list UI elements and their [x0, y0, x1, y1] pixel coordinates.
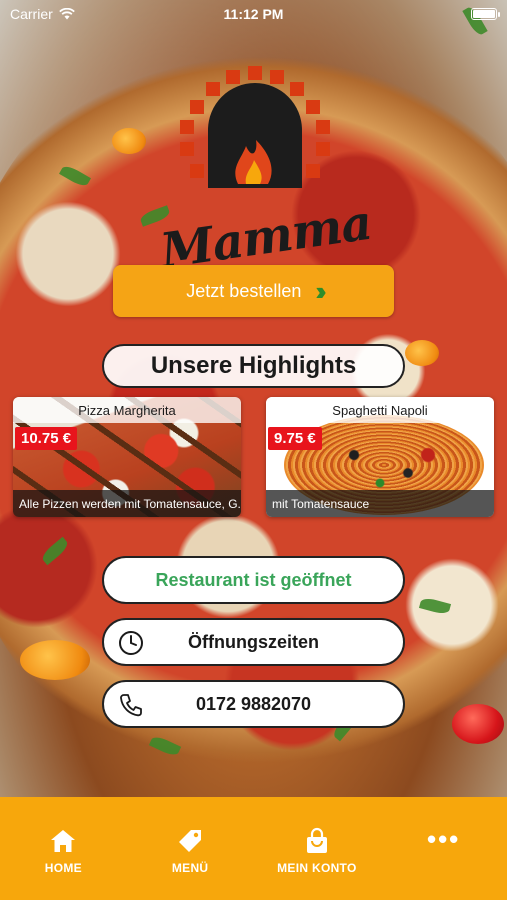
battery-icon [471, 8, 500, 20]
tab-menu[interactable]: MENÜ [127, 797, 254, 900]
phone-button[interactable]: 0172 9882070 [102, 680, 405, 728]
highlight-name: Spaghetti Napoli [266, 397, 494, 423]
highlight-description: Alle Pizzen werden mit Tomatensauce, G..… [13, 490, 241, 517]
opening-hours-button[interactable]: Öffnungszeiten [102, 618, 405, 666]
tab-home[interactable]: HOME [0, 797, 127, 900]
more-icon: ••• [426, 824, 461, 854]
tomato-decoration [20, 640, 90, 680]
highlight-name: Pizza Margherita [13, 397, 241, 423]
tomato-decoration [452, 704, 504, 744]
opening-hours-label: Öffnungszeiten [188, 631, 319, 652]
price-badge: 9.75 € [268, 427, 322, 450]
tab-more[interactable]: ••• [380, 797, 507, 900]
order-now-button[interactable]: Jetzt bestellen ›› [113, 265, 394, 317]
tomato-decoration [112, 128, 146, 154]
highlight-description: mit Tomatensauce [266, 490, 494, 517]
tab-label: HOME [44, 861, 82, 875]
phone-icon [120, 694, 142, 717]
tab-account[interactable]: MEIN KONTO [254, 797, 381, 900]
brand-logo: Mamma [157, 60, 375, 280]
order-now-label: Jetzt bestellen [186, 280, 302, 301]
carrier-label: Carrier [10, 6, 53, 22]
home-icon [51, 830, 76, 852]
status-bar: Carrier 11:12 PM [0, 0, 507, 28]
double-chevron-right-icon: ›› [315, 276, 327, 306]
status-time: 11:12 PM [223, 6, 284, 22]
clock-icon [119, 631, 143, 655]
price-badge: 10.75 € [15, 427, 78, 450]
highlight-card[interactable]: Pizza Margherita 10.75 € Alle Pizzen wer… [13, 397, 241, 517]
tab-label: MEIN KONTO [277, 861, 357, 875]
tomato-decoration [405, 340, 439, 366]
phone-number: 0172 9882070 [195, 693, 312, 714]
wifi-icon [58, 8, 75, 20]
highlights-title: Unsere Highlights [102, 344, 405, 388]
bag-icon [306, 827, 327, 853]
restaurant-status-button[interactable]: Restaurant ist geöffnet [102, 556, 405, 604]
tag-icon [179, 830, 202, 852]
highlight-card[interactable]: Spaghetti Napoli 9.75 € mit Tomatensauce [266, 397, 494, 517]
tab-label: MENÜ [171, 861, 209, 875]
tab-bar: HOME MENÜ MEIN KONTO ••• [0, 797, 507, 900]
